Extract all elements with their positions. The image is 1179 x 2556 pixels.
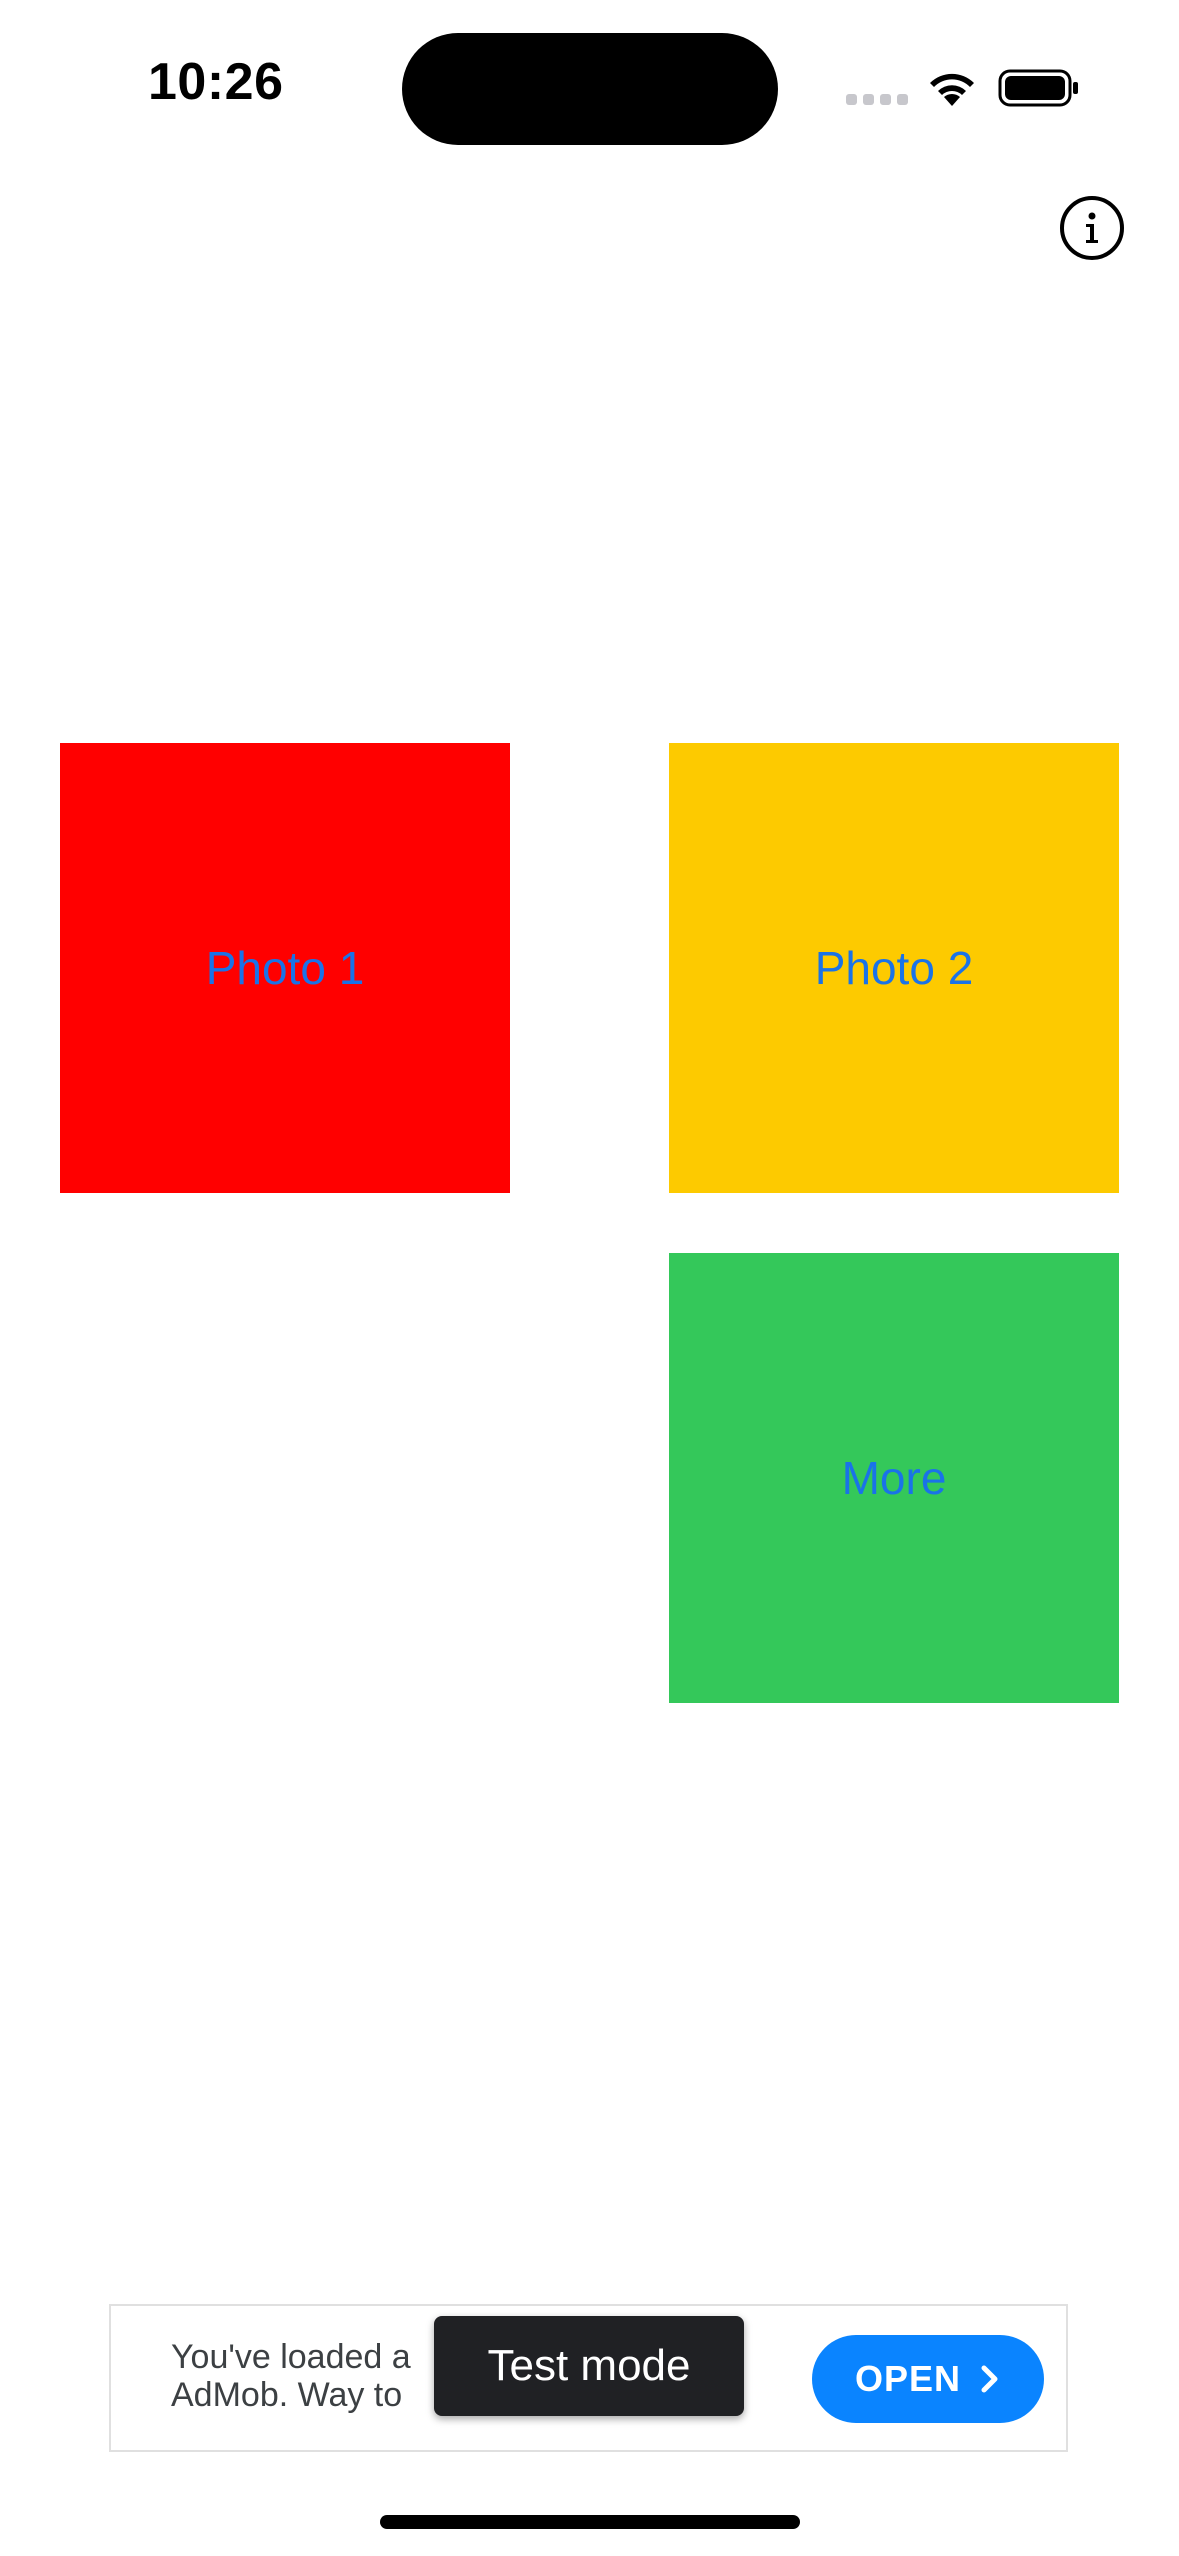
status-time: 10:26 <box>148 53 284 111</box>
photo-1-label: Photo 1 <box>205 942 365 994</box>
photo-2-label: Photo 2 <box>814 942 974 994</box>
more-label: More <box>841 1452 947 1504</box>
signal-icon <box>846 94 908 105</box>
battery-icon <box>998 69 1078 107</box>
info-button[interactable] <box>1060 196 1124 260</box>
test-mode-badge: Test mode <box>434 2316 744 2416</box>
home-indicator[interactable] <box>380 2515 800 2529</box>
ad-open-label: OPEN <box>854 2358 962 2399</box>
photo-1-button[interactable]: Photo 1 <box>60 743 510 1193</box>
ad-text-line-2: AdMob. Way to <box>171 2376 403 2414</box>
info-icon <box>1086 212 1098 243</box>
ad-open-button[interactable]: OPEN <box>812 2335 1044 2423</box>
wifi-icon <box>930 73 974 106</box>
chevron-right-icon <box>981 2365 998 2393</box>
ad-text: You've loaded a AdMob. Way to <box>171 2338 471 2414</box>
dynamic-island <box>402 33 778 145</box>
photo-2-button[interactable]: Photo 2 <box>669 743 1119 1193</box>
more-button[interactable]: More <box>669 1253 1119 1703</box>
ad-text-line-1: You've loaded a <box>171 2338 411 2376</box>
